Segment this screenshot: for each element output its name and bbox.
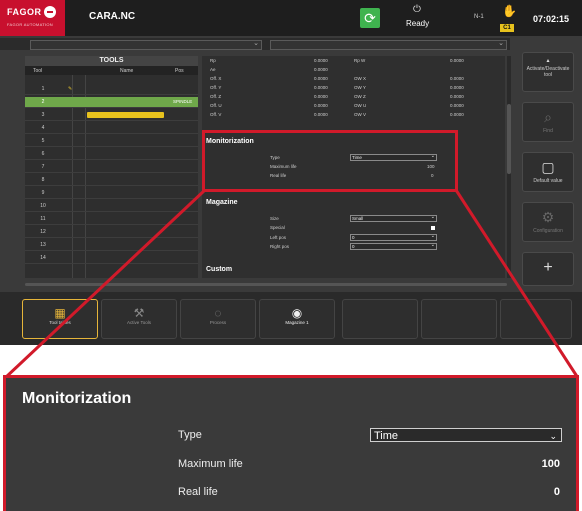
zoom-callout: Monitorization Type Time ⌄ Maximum life … — [3, 375, 579, 511]
zoom-max-life-label: Maximum life — [178, 458, 243, 470]
zoom-max-life-value[interactable]: 100 — [542, 458, 560, 470]
zoom-type-value: Time — [374, 430, 399, 442]
zoom-type-select[interactable]: Time ⌄ — [370, 428, 562, 442]
zoom-type-label: Type — [178, 429, 202, 441]
chevron-down-icon: ⌄ — [549, 431, 557, 441]
zoom-real-life-value[interactable]: 0 — [554, 486, 560, 498]
zoom-monitorization-heading: Monitorization — [22, 390, 132, 407]
zoom-real-life-label: Real life — [178, 486, 218, 498]
